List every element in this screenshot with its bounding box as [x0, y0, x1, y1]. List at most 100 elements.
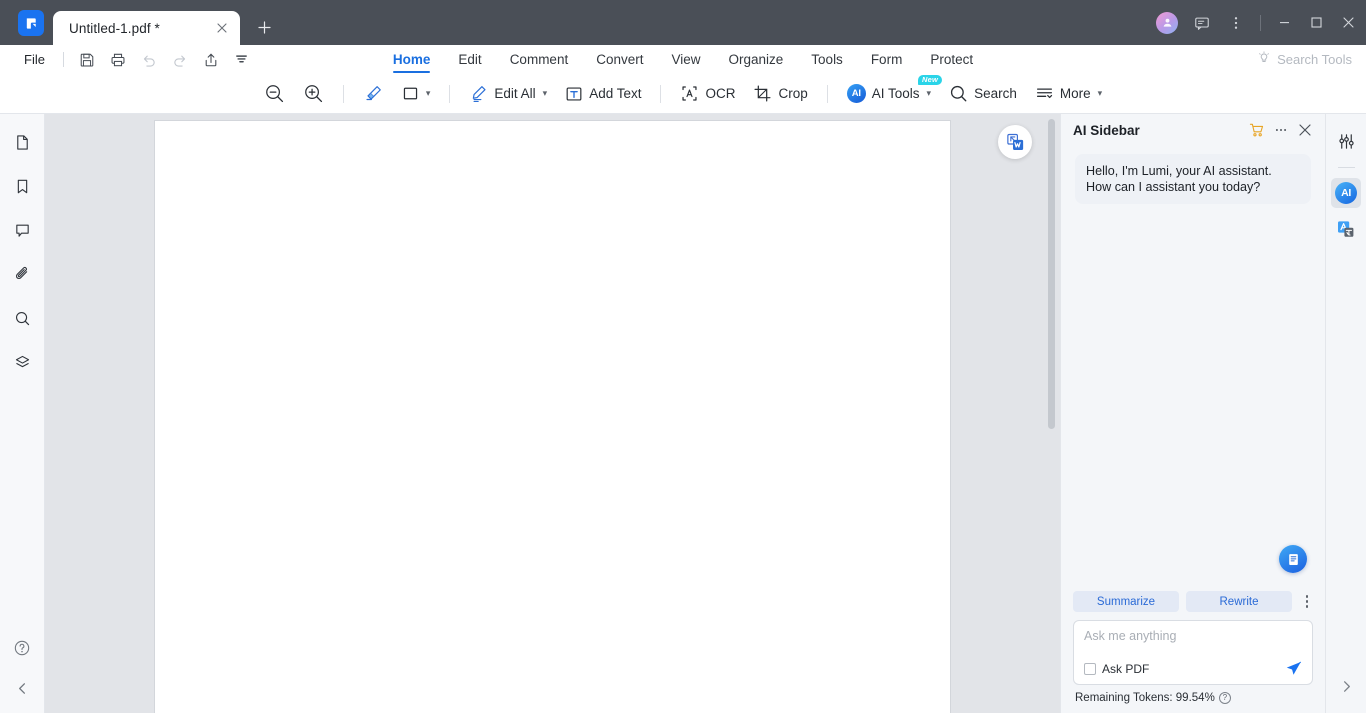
title-bar-controls [1156, 0, 1366, 45]
ai-sidebar-title: AI Sidebar [1073, 122, 1140, 138]
search-tools-input[interactable]: Search Tools [1257, 45, 1352, 74]
save-icon[interactable] [73, 49, 101, 71]
document-context-icon[interactable] [1279, 545, 1307, 573]
ask-input-placeholder: Ask me anything [1084, 629, 1177, 643]
more-options-icon[interactable] [1269, 118, 1293, 142]
chevron-down-icon: ▾ [542, 88, 548, 98]
remaining-tokens-label: Remaining Tokens: 99.54% [1075, 692, 1215, 704]
right-rail-footer [1331, 671, 1361, 701]
zoom-out-button[interactable] [255, 79, 294, 109]
tab-close-icon[interactable] [212, 18, 232, 38]
feedback-icon[interactable] [1185, 6, 1219, 40]
remaining-tokens-row: Remaining Tokens: 99.54% ? [1061, 685, 1325, 713]
pdf-page[interactable] [155, 121, 950, 713]
add-text-label: Add Text [589, 86, 642, 101]
ask-pdf-checkbox[interactable] [1084, 662, 1096, 675]
collapse-left-panel-icon[interactable] [7, 673, 37, 703]
chevron-down-icon: ▾ [926, 88, 932, 98]
quick-actions-row: Summarize Rewrite [1061, 591, 1325, 612]
ai-icon: AI [846, 84, 866, 103]
attachments-icon[interactable] [7, 259, 37, 289]
ai-tools-button[interactable]: AI AI Tools ▾ New [838, 74, 943, 109]
ribbon-tab-form[interactable]: Form [857, 46, 917, 73]
divider [342, 84, 344, 103]
add-text-button[interactable]: Add Text [556, 79, 650, 109]
crop-button[interactable]: Crop [744, 79, 816, 109]
new-tab-button[interactable] [250, 13, 278, 41]
ribbon-tab-organize[interactable]: Organize [715, 46, 798, 73]
ribbon-tab-edit[interactable]: Edit [444, 46, 495, 73]
divider [1260, 14, 1261, 31]
tab-strip: Untitled-1.pdf * [53, 0, 278, 45]
help-icon[interactable] [7, 633, 37, 663]
export-to-word-icon[interactable] [998, 125, 1032, 159]
print-icon[interactable] [104, 49, 132, 71]
layers-icon[interactable] [7, 347, 37, 377]
chevron-down-icon: ▾ [1097, 88, 1103, 98]
ai-assistant-icon[interactable]: AI [1331, 178, 1361, 208]
shopping-cart-icon[interactable] [1245, 118, 1269, 142]
right-tool-rail: AI [1325, 114, 1366, 713]
vertical-kebab-icon[interactable] [1299, 592, 1315, 612]
menu-bar: File Home Edit Comment Convert View Orga… [0, 45, 1366, 74]
crop-label: Crop [778, 86, 808, 101]
search-button[interactable]: Search [940, 79, 1026, 109]
page-thumbnails-icon[interactable] [7, 127, 37, 157]
rewrite-button[interactable]: Rewrite [1186, 591, 1292, 612]
maximize-button[interactable] [1300, 0, 1332, 45]
application-window: Untitled-1.pdf * File Home Edit Comment … [0, 0, 1366, 713]
ai-sidebar: AI Sidebar Hello, I'm Lumi, your AI assi… [1060, 114, 1325, 713]
document-tab[interactable]: Untitled-1.pdf * [53, 11, 240, 45]
app-logo-icon [18, 10, 44, 36]
tokens-help-icon[interactable]: ? [1218, 692, 1231, 704]
highlighter-button[interactable] [354, 79, 393, 109]
divider [1337, 167, 1355, 168]
minimize-button[interactable] [1268, 0, 1300, 45]
ask-pdf-label[interactable]: Ask PDF [1102, 662, 1149, 676]
new-badge: New [918, 74, 943, 85]
search-icon[interactable] [7, 303, 37, 333]
ai-tools-label: AI Tools [871, 86, 920, 101]
ribbon-tab-convert[interactable]: Convert [582, 46, 657, 73]
divider [660, 84, 662, 103]
divider [62, 52, 64, 67]
close-sidebar-icon[interactable] [1293, 118, 1317, 142]
quick-access-dropdown-icon[interactable] [228, 49, 256, 71]
close-window-button[interactable] [1332, 0, 1364, 45]
edit-all-label: Edit All [494, 86, 536, 101]
translate-icon[interactable] [1331, 214, 1361, 244]
share-icon[interactable] [197, 49, 225, 71]
sliders-settings-icon[interactable] [1331, 126, 1361, 156]
ai-chat-area: Hello, I'm Lumi, your AI assistant. How … [1061, 146, 1325, 591]
left-rail-footer [0, 633, 44, 703]
file-menu-button[interactable]: File [16, 49, 53, 70]
ai-sidebar-header: AI Sidebar [1061, 114, 1325, 146]
ribbon-tab-view[interactable]: View [657, 46, 714, 73]
avatar[interactable] [1156, 11, 1178, 34]
ai-badge: AI [1335, 182, 1357, 204]
ribbon-tab-protect[interactable]: Protect [916, 46, 987, 73]
zoom-in-button[interactable] [294, 79, 333, 109]
search-label: Search [974, 86, 1017, 101]
bookmarks-icon[interactable] [7, 171, 37, 201]
shape-tool-button[interactable]: ▾ [393, 79, 440, 109]
ribbon-tab-comment[interactable]: Comment [496, 46, 583, 73]
send-icon[interactable] [1284, 659, 1303, 678]
summarize-button[interactable]: Summarize [1073, 591, 1179, 612]
kebab-menu-icon[interactable] [1219, 6, 1253, 40]
ocr-button[interactable]: OCR [671, 79, 744, 109]
comments-icon[interactable] [7, 215, 37, 245]
ocr-label: OCR [705, 86, 736, 101]
divider [826, 84, 828, 103]
ribbon-tab-home[interactable]: Home [379, 46, 445, 73]
expand-right-panel-icon[interactable] [1331, 671, 1361, 701]
edit-all-button[interactable]: Edit All ▾ [460, 79, 556, 109]
more-button[interactable]: More ▾ [1026, 79, 1111, 109]
assistant-message: Hello, I'm Lumi, your AI assistant. How … [1075, 154, 1311, 205]
document-viewport[interactable] [45, 114, 1060, 713]
toolbar: ▾ Edit All ▾ Add Text OCR Crop AI AI Too… [0, 74, 1366, 114]
vertical-scrollbar[interactable] [1048, 119, 1055, 429]
divider [449, 84, 451, 103]
ask-input-container[interactable]: Ask me anything Ask PDF [1073, 620, 1313, 685]
ribbon-tab-tools[interactable]: Tools [797, 46, 857, 73]
